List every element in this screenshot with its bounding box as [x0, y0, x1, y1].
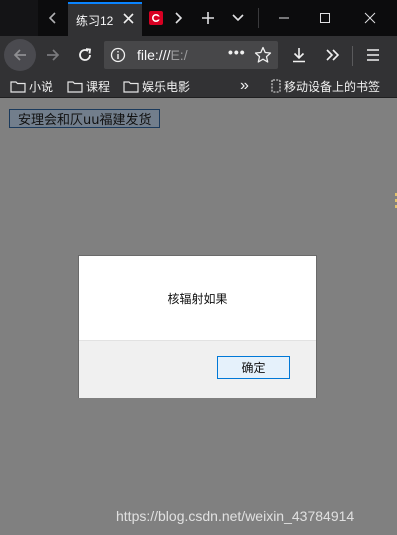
page-button[interactable]: 安理会和仄uu福建发货	[9, 109, 161, 128]
plus-icon	[202, 12, 214, 24]
bookmark-folder-2[interactable]: 课程	[67, 77, 110, 95]
alert-dialog: 核辐射如果 确定	[78, 255, 317, 398]
tab-scroll-right-icon	[175, 12, 183, 24]
tab-scroll-right-button[interactable]	[164, 0, 192, 36]
overflow-button[interactable]	[318, 39, 348, 71]
reload-icon	[79, 48, 92, 61]
minimize-icon	[279, 17, 289, 19]
alert-footer: 确定	[79, 340, 316, 398]
star-icon[interactable]	[254, 46, 272, 69]
overflow-icon	[326, 49, 340, 61]
forward-arrow-icon	[47, 49, 60, 61]
mobile-bookmarks-folder[interactable]: 移动设备上的书签	[271, 77, 380, 95]
window-close-icon	[364, 12, 376, 24]
url-bar[interactable]: file:///E:/ •••	[104, 41, 278, 69]
alert-ok-button[interactable]: 确定	[217, 356, 290, 379]
back-button[interactable]	[4, 39, 36, 71]
tab-scroll-left-button[interactable]	[40, 0, 66, 36]
window-close-button[interactable]	[348, 0, 392, 36]
maximize-icon	[320, 13, 330, 23]
close-icon[interactable]	[123, 13, 134, 27]
url-rest: E:/	[170, 47, 188, 63]
hamburger-menu-icon	[367, 49, 379, 61]
folder-icon	[67, 80, 83, 93]
url-text[interactable]: file:///E:/	[137, 47, 215, 63]
bookmarks-toolbar: 小说 课程 娱乐电影 » 移动设备上的书签	[0, 74, 397, 98]
folder-icon	[10, 80, 26, 93]
navigation-toolbar: file:///E:/ •••	[0, 36, 397, 74]
bookmarks-overflow-label: »	[240, 77, 249, 94]
minimize-button[interactable]	[262, 0, 306, 36]
tab-bar-divider	[258, 8, 259, 28]
bookmark-label: 娱乐电影	[142, 79, 191, 94]
tab-inactive[interactable]	[146, 0, 166, 36]
list-all-tabs-button[interactable]	[224, 0, 252, 36]
tab-bar-spacer	[0, 0, 38, 36]
maximize-button[interactable]	[303, 0, 347, 36]
bookmark-label: 小说	[29, 79, 54, 94]
alert-message: 核辐射如果	[167, 291, 228, 306]
watermark: https://blog.csdn.net/weixin_43784914	[116, 508, 355, 524]
mobile-bookmark-icon	[271, 79, 281, 93]
toolbar-divider	[352, 46, 353, 66]
folder-icon	[123, 80, 139, 93]
url-scheme-path: file:///	[137, 47, 171, 63]
reload-button[interactable]	[70, 39, 100, 71]
bookmark-label: 课程	[86, 79, 111, 94]
tab-bar: 练习12	[0, 0, 397, 36]
main-menu-button[interactable]	[358, 39, 388, 71]
bookmark-folder-1[interactable]: 小说	[10, 77, 53, 95]
bookmark-folder-3[interactable]: 娱乐电影	[123, 77, 190, 95]
mobile-bookmarks-label: 移动设备上的书签	[284, 79, 381, 94]
page-actions-button[interactable]: •••	[228, 44, 246, 60]
tab-active[interactable]: 练习12	[68, 2, 142, 36]
info-icon[interactable]	[110, 47, 126, 68]
download-icon	[293, 48, 305, 63]
chevron-down-icon	[232, 14, 244, 22]
site-favicon	[149, 11, 163, 25]
forward-button[interactable]	[38, 39, 68, 71]
tab-scroll-left-icon	[48, 12, 56, 24]
download-button[interactable]	[284, 39, 314, 71]
tab-title: 练习12	[76, 13, 114, 28]
back-arrow-icon	[13, 49, 26, 61]
new-tab-button[interactable]	[194, 0, 222, 36]
bookmarks-overflow-button[interactable]: »	[240, 77, 249, 95]
